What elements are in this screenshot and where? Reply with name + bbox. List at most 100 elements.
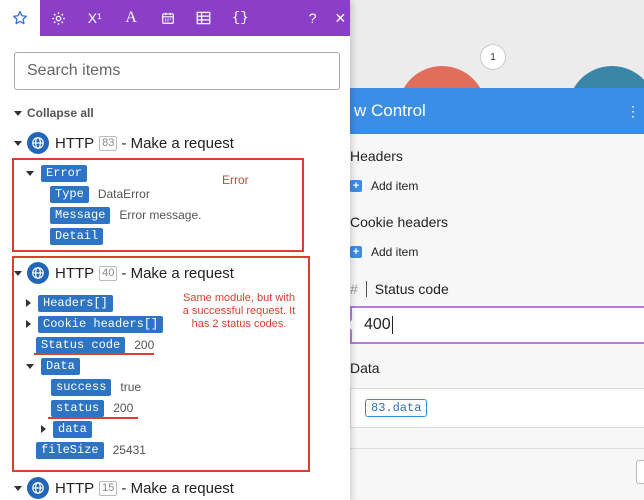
error-pill[interactable]: Error xyxy=(41,164,88,182)
collapse-all-button[interactable]: Collapse all xyxy=(14,106,350,120)
filesize-pill[interactable]: fileSize xyxy=(36,441,104,459)
status-code-value: 200 xyxy=(134,338,155,352)
status-code-field-label: # Status code xyxy=(350,278,644,300)
module-id-badge: 83 xyxy=(99,135,118,151)
module-id-badge: 15 xyxy=(99,480,118,496)
text-caret xyxy=(391,316,393,334)
module-action: - Make a request xyxy=(121,264,234,282)
success-pill[interactable]: success xyxy=(51,378,112,396)
success-annotation: Same module, but with a successful reque… xyxy=(172,292,306,331)
chevron-down-icon xyxy=(14,140,22,146)
module-settings-panel: w Control ⋮ Headers + Add item Cookie he… xyxy=(340,88,644,500)
tree-item-type[interactable]: Type DataError xyxy=(50,185,150,203)
chevron-right-icon xyxy=(41,425,46,433)
data-mapping-pill[interactable]: 83.data xyxy=(365,399,428,417)
globe-icon xyxy=(27,477,49,499)
status-pill[interactable]: status xyxy=(51,399,105,417)
module-name: HTTP xyxy=(55,134,95,152)
cookie-headers-add-item-button[interactable]: + Add item xyxy=(350,242,644,262)
tree-item-data-nested[interactable]: data xyxy=(41,420,92,438)
success-value: true xyxy=(120,380,142,394)
chevron-right-icon xyxy=(26,320,31,328)
cookie-headers-add-item-label: Add item xyxy=(371,245,419,259)
close-button[interactable]: ✕ xyxy=(331,0,350,36)
status-underline xyxy=(48,417,138,419)
mapping-panel: X¹ A {} ? ✕ Search items Collapse all HT… xyxy=(0,0,350,500)
type-pill[interactable]: Type xyxy=(50,185,89,203)
success-annotation-line: a successful request. It xyxy=(182,305,296,317)
data-pill[interactable]: Data xyxy=(41,357,80,375)
headers-add-item-label: Add item xyxy=(371,179,419,193)
module-id-badge: 40 xyxy=(99,265,118,281)
tab-date[interactable] xyxy=(149,0,185,36)
mapping-tab-bar: X¹ A {} ? ✕ xyxy=(0,0,350,36)
tree-item-detail[interactable]: Detail xyxy=(50,227,104,245)
chevron-down-icon xyxy=(14,485,22,491)
module-name: HTTP xyxy=(55,479,95,497)
success-annotation-line: has 2 status codes. xyxy=(191,318,287,330)
cookie-headers-pill[interactable]: Cookie headers[] xyxy=(38,315,164,333)
more-menu-icon[interactable]: ⋮ xyxy=(626,103,640,120)
message-value: Error message. xyxy=(119,208,202,222)
cookie-headers-label: Cookie headers xyxy=(350,214,449,230)
error-annotation: Error xyxy=(222,173,249,187)
module-action: - Make a request xyxy=(121,134,234,152)
module-action: - Make a request xyxy=(121,479,234,497)
module-row-83[interactable]: HTTP 83 - Make a request xyxy=(14,132,234,154)
data-nested-pill[interactable]: data xyxy=(53,420,92,438)
calendar-icon xyxy=(161,12,174,24)
star-icon xyxy=(13,11,28,25)
braces-icon: {} xyxy=(231,10,249,26)
tree-item-message[interactable]: Message Error message. xyxy=(50,206,201,224)
tree-item-filesize[interactable]: fileSize 25431 xyxy=(36,441,146,459)
tab-general[interactable] xyxy=(40,0,76,36)
help-icon: ? xyxy=(308,10,317,26)
tab-math[interactable]: X¹ xyxy=(77,0,113,36)
close-icon: ✕ xyxy=(334,9,347,26)
collapse-all-label: Collapse all xyxy=(27,106,94,120)
status-value: 200 xyxy=(113,401,134,415)
settings-panel-header: w Control ⋮ xyxy=(340,88,644,134)
tab-text[interactable]: A xyxy=(113,0,149,36)
tab-favorites[interactable] xyxy=(0,0,41,36)
checkbox[interactable] xyxy=(636,460,644,484)
module-name: HTTP xyxy=(55,264,95,282)
tree-item-status[interactable]: status 200 xyxy=(51,399,133,417)
tree-item-headers[interactable]: Headers[] xyxy=(26,294,113,312)
data-input[interactable]: 83.data xyxy=(350,388,644,428)
tree-item-data[interactable]: Data xyxy=(26,357,80,375)
help-button[interactable]: ? xyxy=(294,0,330,36)
chevron-down-icon xyxy=(26,363,34,369)
status-code-label: Status code xyxy=(374,281,449,297)
globe-icon xyxy=(27,262,49,284)
table-icon xyxy=(197,11,211,25)
text-icon: A xyxy=(125,9,137,26)
type-value: DataError xyxy=(97,187,150,201)
divider xyxy=(340,448,644,449)
tree-item-success[interactable]: success true xyxy=(51,378,141,396)
headers-pill[interactable]: Headers[] xyxy=(38,294,113,312)
headers-add-item-button[interactable]: + Add item xyxy=(350,176,644,196)
message-pill[interactable]: Message xyxy=(50,206,111,224)
search-input[interactable]: Search items xyxy=(14,52,340,90)
tree-item-error[interactable]: Error xyxy=(26,164,88,182)
tab-general-functions[interactable]: {} xyxy=(222,0,258,36)
module-row-15[interactable]: HTTP 15 - Make a request xyxy=(14,477,234,499)
detail-pill[interactable]: Detail xyxy=(50,227,104,245)
status-code-underline xyxy=(34,353,154,355)
gear-icon xyxy=(52,11,65,25)
hash-icon: # xyxy=(350,281,358,297)
tree-item-cookie-headers[interactable]: Cookie headers[] xyxy=(26,315,164,333)
plus-icon: + xyxy=(350,180,362,192)
success-annotation-line: Same module, but with xyxy=(183,292,295,304)
status-code-input[interactable]: 400 xyxy=(343,306,644,344)
chevron-down-icon xyxy=(14,110,22,116)
module-row-40[interactable]: HTTP 40 - Make a request xyxy=(14,262,234,284)
data-label: Data xyxy=(350,360,380,376)
tab-array[interactable] xyxy=(186,0,222,36)
divider xyxy=(365,281,367,297)
tree-item-status-code[interactable]: Status code 200 xyxy=(36,336,154,354)
superscript-icon: X¹ xyxy=(87,10,102,26)
filesize-value: 25431 xyxy=(112,443,146,457)
status-code-pill[interactable]: Status code xyxy=(36,336,126,354)
